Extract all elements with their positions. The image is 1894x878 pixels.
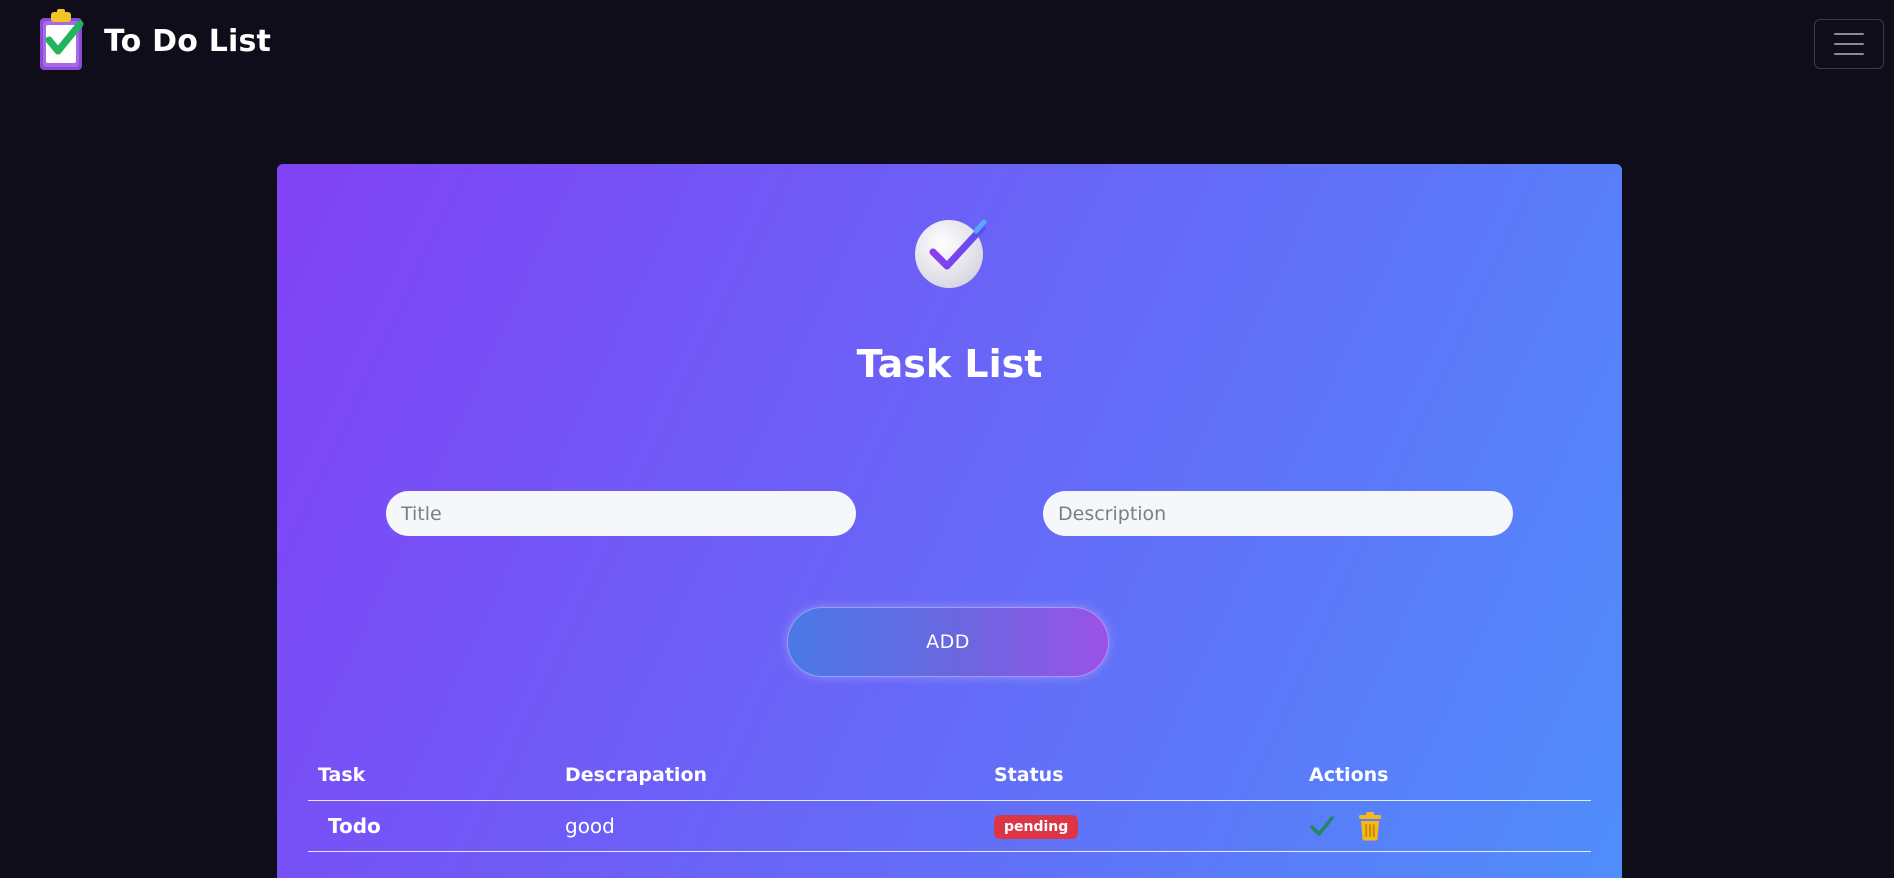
- task-status-cell: pending: [984, 800, 1299, 852]
- table-row: Todo good pending: [308, 800, 1591, 852]
- navbar-toggle-button[interactable]: [1814, 19, 1884, 69]
- task-description-cell: good: [555, 800, 984, 852]
- complete-check-icon[interactable]: [1309, 813, 1335, 839]
- header-status: Status: [984, 750, 1299, 801]
- page-title: Task List: [856, 342, 1043, 386]
- description-input[interactable]: [1043, 491, 1513, 536]
- task-actions-cell: [1299, 800, 1591, 852]
- brand[interactable]: To Do List: [36, 8, 271, 74]
- task-table: Task Descrapation Status Actions Todo go…: [308, 750, 1591, 852]
- table-header-row: Task Descrapation Status Actions: [308, 750, 1591, 801]
- status-badge: pending: [994, 815, 1079, 839]
- header-description: Descrapation: [555, 750, 984, 801]
- delete-trash-icon[interactable]: [1357, 811, 1383, 841]
- header-actions: Actions: [1299, 750, 1591, 801]
- brand-title: To Do List: [104, 23, 272, 59]
- title-input[interactable]: [386, 491, 856, 536]
- navbar: To Do List: [0, 0, 1894, 82]
- hamburger-menu-icon: [1834, 33, 1864, 35]
- header-task: Task: [308, 750, 555, 801]
- task-card: Task List ADD Task Descrapation Status A…: [277, 164, 1622, 878]
- table-header: Task Descrapation Status Actions: [308, 750, 1591, 801]
- clipboard-check-icon: [40, 9, 84, 70]
- task-title-cell: Todo: [308, 800, 555, 852]
- check-circle-icon: [915, 219, 987, 288]
- add-button[interactable]: ADD: [787, 607, 1109, 677]
